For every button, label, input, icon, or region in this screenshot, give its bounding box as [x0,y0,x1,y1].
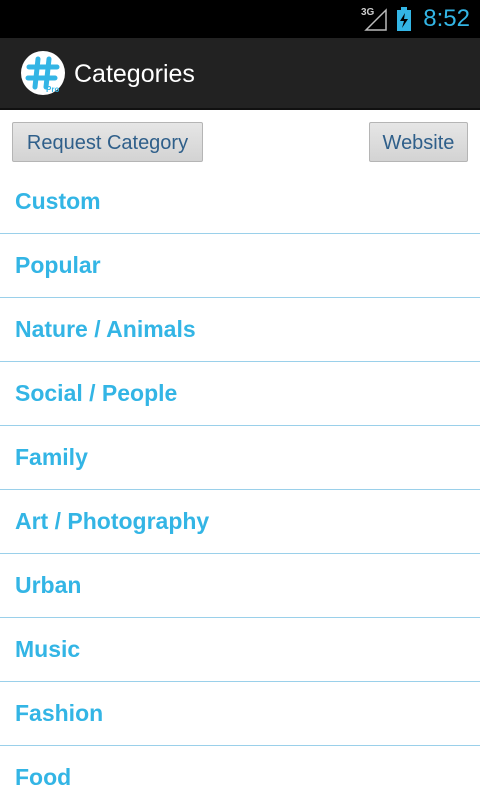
category-label: Art / Photography [15,508,210,534]
category-label: Social / People [15,380,178,406]
category-item-social-people[interactable]: Social / People [0,362,480,426]
category-label: Nature / Animals [15,316,196,342]
category-label: Popular [15,252,101,278]
website-button[interactable]: Website [369,122,468,162]
page-title: Categories [74,60,195,88]
category-list: Custom Popular Nature / Animals Social /… [0,170,480,809]
hashtag-app-icon[interactable]: Pro [20,50,66,96]
signal-icon: 3G [361,7,387,31]
category-item-family[interactable]: Family [0,426,480,490]
battery-icon [397,7,411,31]
request-category-button[interactable]: Request Category [12,122,203,162]
category-label: Fashion [15,700,104,726]
category-item-custom[interactable]: Custom [0,170,480,234]
status-clock: 8:52 [423,5,470,32]
button-row: Request Category Website [0,110,480,170]
category-item-urban[interactable]: Urban [0,554,480,618]
category-item-nature-animals[interactable]: Nature / Animals [0,298,480,362]
category-item-music[interactable]: Music [0,618,480,682]
category-label: Urban [15,572,82,598]
category-label: Food [15,764,72,790]
svg-text:3G: 3G [361,7,375,18]
svg-text:Pro: Pro [46,85,59,94]
category-item-art-photography[interactable]: Art / Photography [0,490,480,554]
action-bar: Pro Categories [0,38,480,110]
category-item-popular[interactable]: Popular [0,234,480,298]
category-label: Family [15,444,88,470]
status-bar: 3G 8:52 [0,0,480,38]
category-label: Music [15,636,81,662]
category-label: Custom [15,188,101,214]
category-item-fashion[interactable]: Fashion [0,682,480,746]
